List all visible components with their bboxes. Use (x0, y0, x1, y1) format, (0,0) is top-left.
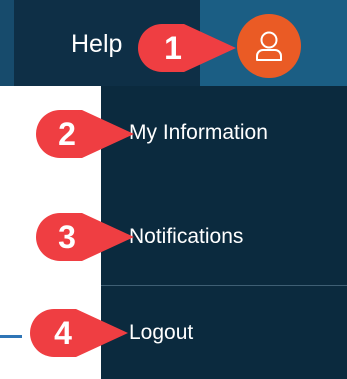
callout-4: 4 (24, 303, 134, 368)
top-bar-edge (0, 0, 14, 86)
callout-3: 3 (30, 207, 140, 272)
callout-1: 1 (132, 18, 242, 83)
user-icon (256, 31, 282, 61)
callout-number: 1 (164, 30, 182, 66)
menu-item-label: Logout (129, 321, 194, 344)
menu-divider (101, 285, 347, 286)
user-avatar-button[interactable] (237, 14, 301, 78)
page-accent-line (0, 335, 22, 338)
menu-item-label: Notifications (129, 225, 244, 248)
callout-2: 2 (30, 104, 140, 169)
callout-number: 2 (58, 116, 76, 152)
callout-number: 3 (58, 219, 76, 255)
menu-item-label: My Information (129, 121, 268, 144)
menu-item-logout[interactable]: Logout (101, 310, 347, 356)
callout-number: 4 (54, 315, 72, 351)
help-link[interactable]: Help (71, 26, 122, 62)
